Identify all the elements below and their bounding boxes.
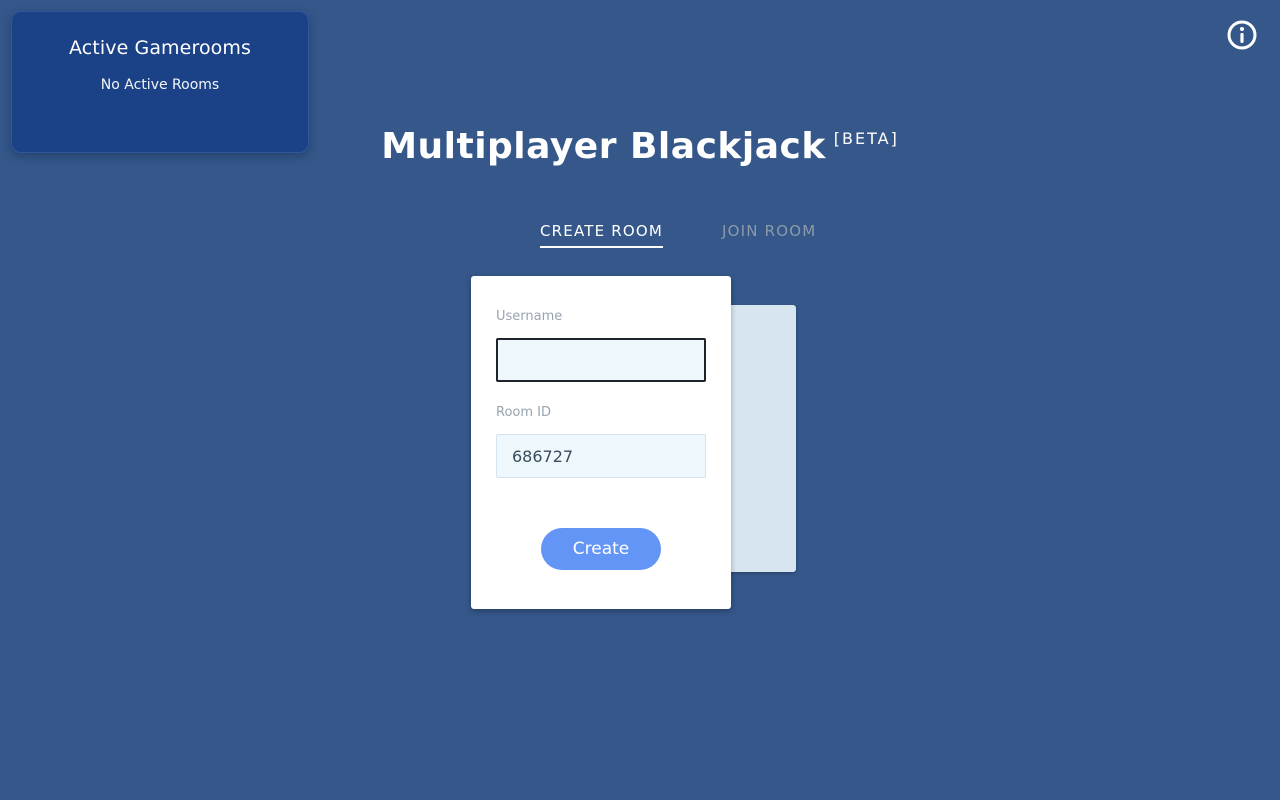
room-id-label: Room ID [496,405,551,420]
page-header: Multiplayer Blackjack [BETA] [0,126,1280,167]
rooms-empty-message: No Active Rooms [100,77,220,93]
info-button[interactable] [1226,19,1258,51]
room-id-input[interactable] [496,434,706,478]
username-input[interactable] [496,338,706,382]
create-room-form: Username Room ID Create [471,276,731,609]
create-button[interactable]: Create [541,528,661,570]
info-icon [1227,20,1257,50]
tab-join-room[interactable]: JOIN ROOM [722,222,816,246]
tab-create-room[interactable]: CREATE ROOM [540,222,664,248]
username-label: Username [496,309,563,324]
beta-badge: [BETA] [833,129,899,148]
page-title: Multiplayer Blackjack [381,126,826,167]
rooms-panel-title: Active Gamerooms [68,37,252,59]
